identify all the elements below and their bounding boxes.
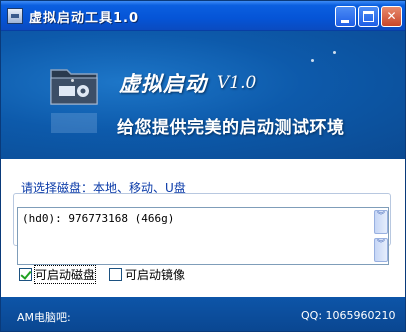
- status-qq: QQ: 1065960210: [301, 309, 396, 322]
- minimize-button[interactable]: [335, 6, 356, 27]
- window-title: 虚拟启动工具1.0: [29, 11, 140, 26]
- chevron-down-icon: ︾: [377, 211, 385, 220]
- status-bar: AM电脑吧: QQ: 1065960210: [1, 297, 405, 331]
- app-window: 虚拟启动工具1.0 ✕ 虚拟启动 V1.0 给您提供完美的启动测试环境 请选择磁…: [0, 0, 406, 332]
- main-panel: 请选择磁盘：本地、移动、U盘 (hd0): 976773168 (466g) ︾…: [1, 159, 405, 297]
- banner-slogan: 给您提供完美的启动测试环境: [117, 118, 345, 138]
- close-icon: ✕: [386, 9, 397, 23]
- chevron-down-icon: ︾: [377, 239, 385, 248]
- disk-group-label: 请选择磁盘：本地、移动、U盘: [21, 181, 186, 195]
- minimize-icon: [341, 20, 349, 23]
- scroll-down-button[interactable]: ︾: [374, 238, 388, 262]
- status-site: AM电脑吧:: [17, 311, 71, 324]
- sparkle: [311, 59, 314, 62]
- maximize-icon: [363, 11, 374, 22]
- close-button[interactable]: ✕: [381, 6, 402, 27]
- banner-headline: 虚拟启动: [119, 72, 207, 96]
- bootable-image-checkbox[interactable]: [109, 267, 122, 281]
- bootable-disk-checkbox[interactable]: [19, 267, 32, 281]
- bootable-disk-label[interactable]: 可启动磁盘: [33, 264, 97, 284]
- disk-list-item[interactable]: (hd0): 976773168 (466g): [22, 212, 174, 225]
- folder-reflection: [51, 113, 97, 133]
- sparkle: [71, 79, 74, 82]
- bootable-image-label[interactable]: 可启动镜像: [125, 266, 185, 283]
- bootable-disk-option[interactable]: 可启动磁盘: [19, 264, 97, 284]
- scroll-down-button[interactable]: ︾: [374, 210, 388, 234]
- title-bar[interactable]: 虚拟启动工具1.0 ✕: [1, 1, 405, 31]
- disk-list[interactable]: (hd0): 976773168 (466g) ︾ ︾: [17, 207, 389, 265]
- sparkle: [333, 51, 336, 54]
- banner: 虚拟启动 V1.0 给您提供完美的启动测试环境: [1, 31, 405, 159]
- maximize-button[interactable]: [358, 6, 379, 27]
- bootable-image-option[interactable]: 可启动镜像: [109, 265, 185, 283]
- banner-version: V1.0: [217, 73, 257, 93]
- app-icon: [7, 8, 23, 24]
- folder-gear-icon: [50, 69, 98, 105]
